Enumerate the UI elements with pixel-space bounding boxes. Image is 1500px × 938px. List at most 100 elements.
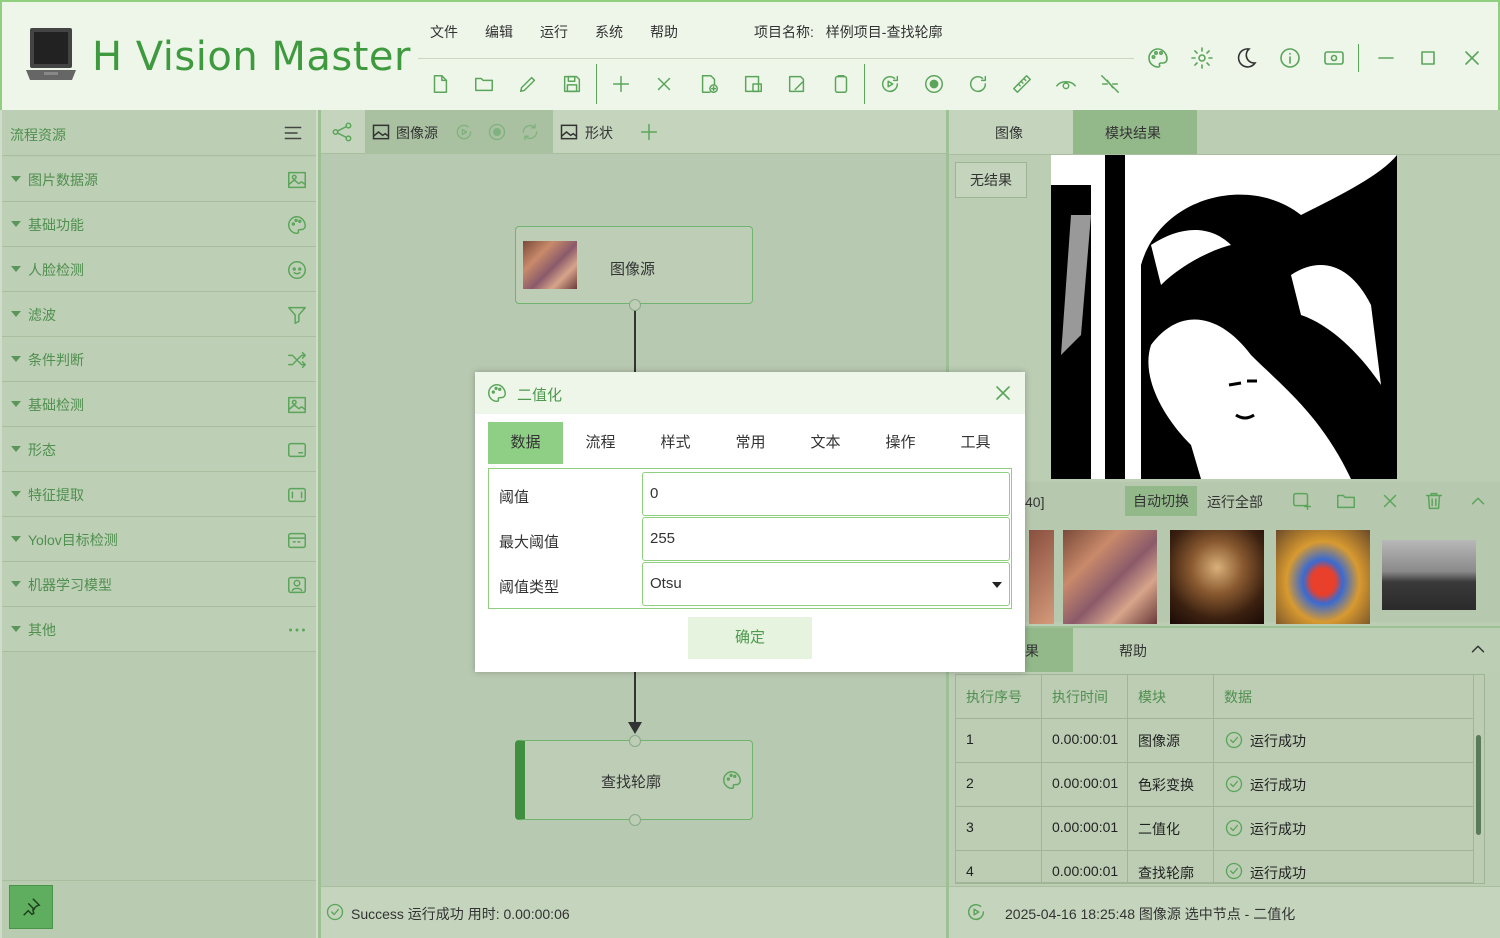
category-other[interactable]: 其他 bbox=[2, 607, 316, 652]
add-plus-icon[interactable] bbox=[607, 70, 635, 98]
menu-help[interactable]: 帮助 bbox=[650, 22, 678, 42]
loop-tab-icon[interactable] bbox=[520, 122, 540, 142]
flow-graph-icon[interactable] bbox=[331, 121, 353, 143]
column-header[interactable]: 数据 bbox=[1214, 675, 1474, 719]
save-as-icon[interactable] bbox=[783, 70, 811, 98]
dark-mode-moon-icon[interactable] bbox=[1234, 46, 1258, 70]
column-header[interactable]: 执行时间 bbox=[1042, 675, 1128, 719]
category-label: 图片数据源 bbox=[28, 172, 98, 188]
dialog-tab-tools[interactable]: 工具 bbox=[938, 422, 1013, 464]
collapse-chevron-up-icon[interactable] bbox=[1467, 638, 1489, 660]
node-port[interactable] bbox=[629, 814, 641, 826]
run-once-icon[interactable] bbox=[876, 70, 904, 98]
menu-lines-icon[interactable] bbox=[282, 122, 304, 144]
open-folder-icon[interactable] bbox=[1335, 490, 1357, 512]
trash-icon[interactable] bbox=[1423, 490, 1445, 512]
copy-project-icon[interactable] bbox=[739, 70, 767, 98]
thumb-scrollbar[interactable] bbox=[1489, 530, 1495, 620]
dialog-tab-operation[interactable]: 操作 bbox=[863, 422, 938, 464]
thumbnail-portrait[interactable] bbox=[1170, 530, 1264, 624]
category-face-detection[interactable]: 人脸检测 bbox=[2, 247, 316, 292]
stop-tab-icon[interactable] bbox=[487, 122, 507, 142]
dialog-tab-flow[interactable]: 流程 bbox=[563, 422, 638, 464]
category-condition[interactable]: 条件判断 bbox=[2, 337, 316, 382]
row-module: 色彩变换 bbox=[1128, 763, 1214, 807]
max-threshold-input[interactable]: 255 bbox=[642, 517, 1010, 561]
max-threshold-label: 最大阈值 bbox=[499, 534, 560, 551]
tab-image[interactable]: 图像 bbox=[949, 110, 1073, 154]
theme-palette-icon[interactable] bbox=[1146, 46, 1170, 70]
tab-module-result[interactable]: 模块结果 bbox=[1073, 110, 1197, 154]
close-window-icon[interactable] bbox=[1460, 46, 1484, 70]
add-tab-icon[interactable] bbox=[638, 121, 660, 143]
node-port[interactable] bbox=[629, 299, 641, 311]
ruler-measure-icon[interactable] bbox=[1008, 70, 1036, 98]
minimize-icon[interactable] bbox=[1374, 46, 1398, 70]
threshold-input[interactable]: 0 bbox=[642, 472, 1010, 516]
dialog-tab-style[interactable]: 样式 bbox=[638, 422, 713, 464]
shuffle-icon bbox=[286, 349, 308, 371]
menu-file[interactable]: 文件 bbox=[430, 22, 458, 42]
thumbnail-landscape[interactable] bbox=[1382, 540, 1476, 610]
row-index: 4 bbox=[956, 851, 1042, 883]
dialog-close-icon[interactable] bbox=[991, 381, 1015, 405]
column-header[interactable]: 模块 bbox=[1128, 675, 1214, 719]
category-morphology[interactable]: 形态 bbox=[2, 427, 316, 472]
save-icon[interactable] bbox=[558, 70, 586, 98]
thumbnail-mandrill[interactable] bbox=[1276, 530, 1370, 624]
chevron-down-icon bbox=[11, 491, 21, 497]
category-image-source[interactable]: 图片数据源 bbox=[2, 157, 316, 202]
menu-edit[interactable]: 编辑 bbox=[485, 22, 513, 42]
disconnect-icon[interactable] bbox=[1096, 70, 1124, 98]
run-tab-icon[interactable] bbox=[454, 122, 474, 142]
threshold-type-select[interactable]: Otsu bbox=[642, 562, 1010, 606]
column-header[interactable]: 执行序号 bbox=[956, 675, 1042, 719]
refresh-icon[interactable] bbox=[964, 70, 992, 98]
category-ml-model[interactable]: 机器学习模型 bbox=[2, 562, 316, 607]
maximize-icon[interactable] bbox=[1416, 46, 1440, 70]
category-basic-functions[interactable]: 基础功能 bbox=[2, 202, 316, 247]
about-info-icon[interactable] bbox=[1278, 46, 1302, 70]
settings-gear-icon[interactable] bbox=[1190, 46, 1214, 70]
row-time: 0.00:00:01 bbox=[1042, 851, 1128, 883]
clipboard-icon[interactable] bbox=[827, 70, 855, 98]
thumbnail-lena[interactable] bbox=[1063, 530, 1157, 624]
no-result-button[interactable]: 无结果 bbox=[955, 162, 1027, 198]
view-eye-icon[interactable] bbox=[1052, 70, 1080, 98]
node-find-contour[interactable]: 查找轮廓 bbox=[515, 740, 753, 820]
collapse-chevron-up-icon[interactable] bbox=[1467, 490, 1489, 512]
node-image-source[interactable]: 图像源 bbox=[515, 226, 753, 304]
chevron-down-icon bbox=[11, 221, 21, 227]
node-label: 图像源 bbox=[610, 261, 656, 278]
arrow-head-icon bbox=[628, 722, 642, 734]
menu-system[interactable]: 系统 bbox=[595, 22, 623, 42]
dialog-tab-text[interactable]: 文本 bbox=[788, 422, 863, 464]
dialog-tab-data[interactable]: 数据 bbox=[488, 422, 563, 464]
dialog-tab-common[interactable]: 常用 bbox=[713, 422, 788, 464]
confirm-button[interactable]: 确定 bbox=[688, 617, 812, 659]
category-yolov-detection[interactable]: Yolov目标检测 bbox=[2, 517, 316, 562]
row-time: 0.00:00:01 bbox=[1042, 763, 1128, 807]
stop-record-icon[interactable] bbox=[920, 70, 948, 98]
new-file-icon[interactable] bbox=[426, 70, 454, 98]
delete-x-icon[interactable] bbox=[650, 70, 678, 98]
menu-run[interactable]: 运行 bbox=[540, 22, 568, 42]
screenshot-icon[interactable] bbox=[1322, 46, 1346, 70]
remove-x-icon[interactable] bbox=[1379, 490, 1401, 512]
open-folder-icon[interactable] bbox=[470, 70, 498, 98]
auto-switch-button[interactable]: 自动切换 bbox=[1125, 486, 1197, 516]
run-all-button[interactable]: 运行全部 bbox=[1207, 492, 1263, 512]
pin-button[interactable] bbox=[9, 885, 53, 929]
category-filter[interactable]: 滤波 bbox=[2, 292, 316, 337]
category-feature-extraction[interactable]: 特征提取 bbox=[2, 472, 316, 517]
category-basic-detection[interactable]: 基础检测 bbox=[2, 382, 316, 427]
node-port[interactable] bbox=[629, 735, 641, 747]
add-document-icon[interactable] bbox=[695, 70, 723, 98]
add-image-icon[interactable] bbox=[1291, 490, 1313, 512]
tab-image-source[interactable]: 图像源 bbox=[365, 110, 553, 154]
thumbnail-partial[interactable] bbox=[1029, 530, 1054, 624]
tab-shape[interactable]: 形状 bbox=[559, 110, 639, 154]
edit-pencil-icon[interactable] bbox=[514, 70, 542, 98]
table-scrollbar[interactable] bbox=[1476, 735, 1481, 835]
tab-help[interactable]: 帮助 bbox=[1073, 628, 1197, 672]
